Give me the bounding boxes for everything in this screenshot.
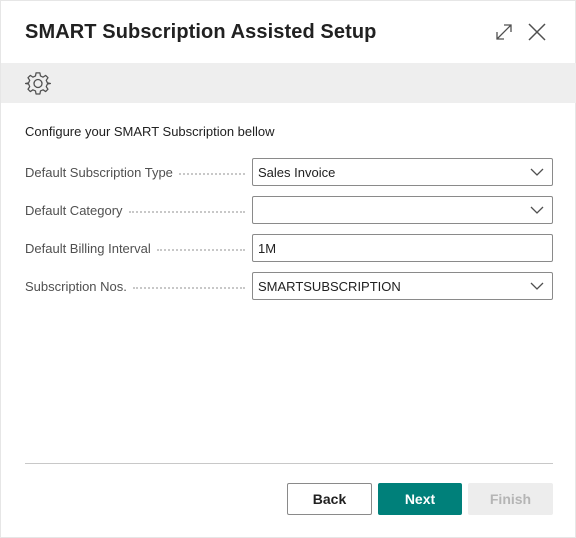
finish-button[interactable]: Finish	[468, 483, 553, 515]
subscription-type-select[interactable]: Sales Invoice	[252, 158, 553, 186]
field-row-billing-interval: Default Billing Interval 1M	[25, 234, 553, 262]
close-icon	[528, 23, 546, 41]
category-select[interactable]	[252, 196, 553, 224]
field-label: Default Billing Interval	[25, 240, 151, 256]
field-row-category: Default Category	[25, 196, 553, 224]
dialog-title: SMART Subscription Assisted Setup	[25, 21, 377, 43]
chevron-down-icon	[530, 168, 544, 176]
expand-icon	[496, 24, 512, 40]
instruction-text: Configure your SMART Subscription bellow	[25, 124, 275, 139]
field-value: 1M	[258, 240, 277, 256]
billing-interval-input[interactable]: 1M	[252, 234, 553, 262]
assisted-setup-dialog: SMART Subscription Assisted Setup Config…	[0, 0, 576, 538]
gear-icon	[24, 72, 52, 95]
toolbar	[1, 63, 576, 103]
leader-dots	[156, 249, 245, 251]
subscription-nos-select[interactable]: SMARTSUBSCRIPTION	[252, 272, 553, 300]
chevron-down-icon	[530, 206, 544, 214]
next-button[interactable]: Next	[378, 483, 462, 515]
field-value: SMARTSUBSCRIPTION	[258, 278, 401, 294]
field-label: Default Category	[25, 202, 123, 218]
field-row-subscription-type: Default Subscription Type Sales Invoice	[25, 158, 553, 186]
field-label: Subscription Nos.	[25, 278, 127, 294]
field-value: Sales Invoice	[258, 164, 336, 180]
expand-button[interactable]	[493, 21, 515, 43]
back-button[interactable]: Back	[287, 483, 372, 515]
leader-dots	[132, 287, 245, 289]
leader-dots	[178, 173, 245, 175]
field-row-subscription-nos: Subscription Nos. SMARTSUBSCRIPTION	[25, 272, 553, 300]
footer-divider	[25, 463, 553, 464]
close-button[interactable]	[526, 21, 548, 43]
field-label: Default Subscription Type	[25, 164, 173, 180]
leader-dots	[128, 211, 245, 213]
settings-button[interactable]	[24, 71, 52, 97]
chevron-down-icon	[530, 282, 544, 290]
